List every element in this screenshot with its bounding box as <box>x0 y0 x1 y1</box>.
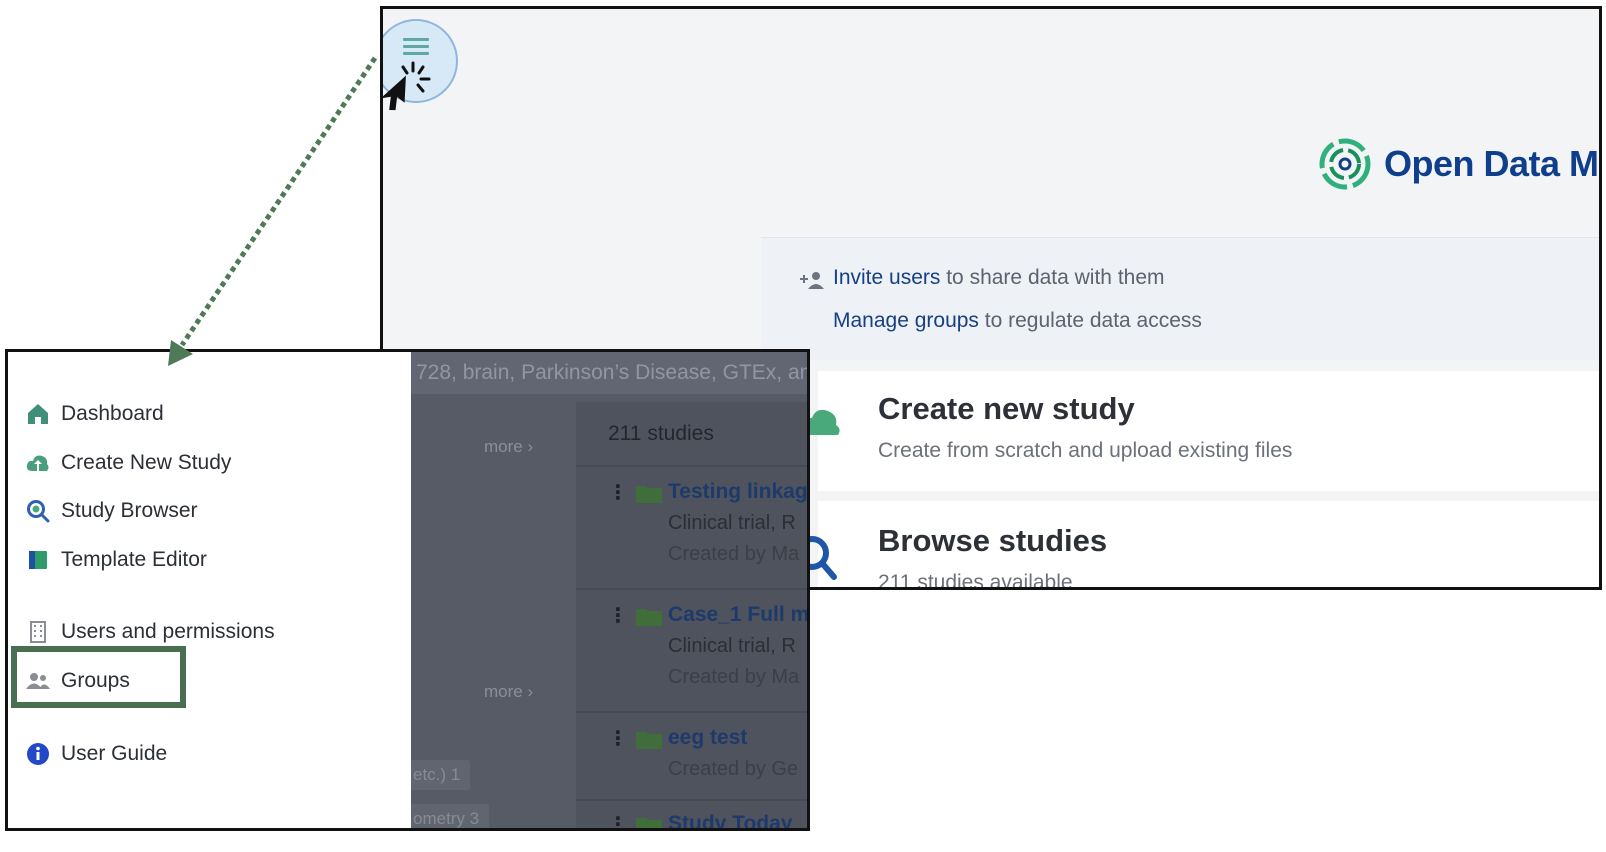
sidebar-item-label: User Guide <box>61 742 168 765</box>
background-study-subtitle: Clinical trial, R <box>668 512 796 534</box>
sidebar-item-dashboard[interactable]: Dashboard <box>26 402 164 426</box>
connector-line <box>179 56 378 347</box>
background-study-item: ⋮ Study Today <box>608 812 792 828</box>
background-study-count-word: studies <box>641 422 714 445</box>
invite-users-link[interactable]: Invite users <box>833 266 940 289</box>
folder-icon <box>636 609 662 626</box>
invite-panel: Invite users to share data with them Man… <box>761 237 1599 360</box>
invite-users-row: Invite users to share data with them <box>833 266 1165 290</box>
sidebar-item-label: Study Browser <box>61 499 198 522</box>
invite-users-text: to share data with them <box>940 266 1165 289</box>
folder-icon <box>636 818 662 828</box>
folder-icon <box>636 732 662 749</box>
search-icon <box>27 500 50 523</box>
browse-studies-subtitle: 211 studies available <box>878 571 1073 590</box>
manage-groups-link[interactable]: Manage groups <box>833 309 979 332</box>
background-study-item: ⋮ eeg test Created by Ge <box>608 726 799 780</box>
sidebar-item-label: Create New Study <box>61 451 232 474</box>
mouse-pointer-icon <box>383 75 406 111</box>
background-more-link-2: more › <box>484 682 534 701</box>
sidebar-menu: Dashboard Create New Study Study Browser… <box>8 352 411 828</box>
create-study-subtitle: Create from scratch and upload existing … <box>878 439 1293 462</box>
background-study-created: Created by Ma <box>668 666 800 688</box>
background-study-created: Created by Ge <box>668 758 799 780</box>
cloud-upload-icon <box>26 455 49 471</box>
add-user-icon <box>800 272 824 289</box>
background-divider <box>576 711 807 713</box>
background-facet-tag: etc.) 1 <box>403 760 471 790</box>
background-study-created: Created by Ma <box>668 543 800 565</box>
open-data-logo-icon <box>1319 138 1371 190</box>
info-icon <box>27 743 49 765</box>
home-icon <box>28 404 48 424</box>
sidebar-item-user-guide[interactable]: User Guide <box>26 742 167 766</box>
sidebar-item-users-and-permissions[interactable]: Users and permissions <box>26 620 275 644</box>
background-more-link-1: more › <box>484 437 534 456</box>
background-study-count: 211 studies <box>608 422 714 446</box>
sidebar-item-label: Dashboard <box>61 402 164 425</box>
brand-name: Open Data M <box>1384 143 1599 184</box>
browse-studies-title: Browse studies <box>878 523 1108 558</box>
background-study-subtitle: Clinical trial, R <box>668 635 796 657</box>
create-study-title: Create new study <box>878 391 1135 426</box>
background-divider <box>576 799 807 801</box>
manage-groups-row: Manage groups to regulate data access <box>833 309 1202 333</box>
sidebar-item-template-editor[interactable]: Template Editor <box>26 548 207 572</box>
sidebar-item-label: Users and permissions <box>61 620 275 643</box>
background-study-count-number: 211 <box>608 422 642 445</box>
background-study-item: ⋮ Testing linkag Clinical trial, R Creat… <box>608 480 808 565</box>
sidebar-screenshot: 728, brain, Parkinson’s Disease, GTEx, a… <box>5 349 810 831</box>
book-icon <box>29 551 47 569</box>
building-icon <box>30 621 46 643</box>
background-study-item: ⋮ Case_1 Full m Clinical trial, R Create… <box>608 603 810 688</box>
sidebar-item-study-browser[interactable]: Study Browser <box>26 499 198 523</box>
create-study-card[interactable]: Create new study Create from scratch and… <box>799 371 1599 491</box>
folder-icon <box>636 486 662 503</box>
background-divider <box>576 465 807 467</box>
background-divider <box>576 588 807 590</box>
manage-groups-text: to regulate data access <box>978 309 1202 332</box>
background-search-text: 728, brain, Parkinson’s Disease, GTEx, a… <box>408 352 807 394</box>
brand[interactable]: Open Data M <box>1318 137 1599 191</box>
browse-studies-card[interactable]: Browse studies 211 studies available <box>798 501 1599 590</box>
groups-highlight-box <box>11 646 186 708</box>
sidebar-item-create-new-study[interactable]: Create New Study <box>26 451 231 475</box>
sidebar-item-label: Template Editor <box>61 548 207 571</box>
background-facet-tag: ometry 3 <box>403 804 490 828</box>
